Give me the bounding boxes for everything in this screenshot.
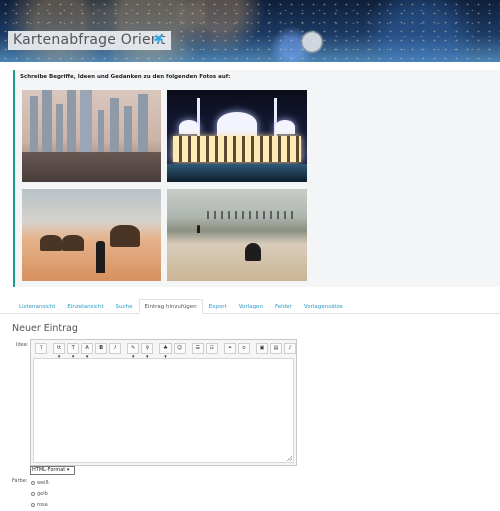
gear-icon[interactable] (154, 34, 163, 43)
link-icon[interactable]: ⚭ (223, 342, 236, 354)
intro-instruction: Schreibe Begriffe, Ideen und Gedanken zu… (20, 74, 231, 80)
idea-label: Idee: (16, 342, 29, 348)
tab-listenansicht[interactable]: Listenansicht (13, 299, 61, 313)
color-option-gelb[interactable]: gelb (31, 491, 48, 497)
photo-city-skyline (22, 90, 161, 182)
bold-button[interactable]: B (95, 342, 108, 354)
radio-button[interactable] (31, 492, 35, 496)
radio-button[interactable] (31, 503, 35, 507)
format-select-value: HTML-Format (32, 467, 66, 473)
format-select[interactable]: HTML-Format ▾ (30, 466, 75, 475)
tab-felder[interactable]: Felder (269, 299, 298, 313)
page-title: Kartenabfrage Orient (8, 31, 171, 50)
editor-toolbar: ⅂ tt ▾ T ▾ A ▾ B I ✎ ▾ ♀ ▾ ♣ ▾ ☺ ☰ ☷ ⚭ ⦸… (31, 340, 296, 360)
tab-eintrag-hinzufuegen[interactable]: Eintrag hinzufügen (138, 299, 203, 314)
tab-suche[interactable]: Suche (110, 299, 139, 313)
color-label: Farbe: (12, 478, 28, 484)
media-icon[interactable]: ▤ (269, 342, 282, 354)
tab-vorlagen[interactable]: Vorlagen (233, 299, 269, 313)
emoticon-icon[interactable]: ☺ (173, 342, 186, 354)
font-family-dropdown[interactable]: tt ▾ (53, 342, 66, 360)
color-option-rosa[interactable]: rosa (31, 502, 48, 508)
tab-vorlagensaetze[interactable]: Vorlagensätze (298, 299, 349, 313)
text-color-dropdown[interactable]: A ▾ (81, 342, 94, 360)
color-option-weiss[interactable]: weiß (31, 480, 49, 486)
paragraph-direction-button[interactable]: ⅂ (35, 342, 47, 354)
photo-mosque-night (167, 90, 307, 182)
microphone-icon[interactable]: ♪ (283, 342, 296, 354)
rich-text-editor: ⅂ tt ▾ T ▾ A ▾ B I ✎ ▾ ♀ ▾ ♣ ▾ ☺ ☰ ☷ ⚭ ⦸… (30, 339, 297, 466)
resize-handle-icon[interactable] (287, 456, 292, 461)
image-icon[interactable]: ▣ (255, 342, 268, 354)
form-title: Neuer Eintrag (12, 323, 78, 334)
editor-text-area[interactable] (33, 358, 294, 463)
insert-dropdown-icon[interactable]: ♣ ▾ (159, 342, 172, 360)
font-size-dropdown[interactable]: T ▾ (67, 342, 80, 360)
tab-einzelansicht[interactable]: Einzelansicht (61, 299, 109, 313)
header-banner: Kartenabfrage Orient (0, 0, 500, 62)
numbered-list-icon[interactable]: ☷ (205, 342, 218, 354)
photo-desert-camels (22, 189, 161, 281)
bullet-list-icon[interactable]: ☰ (191, 342, 204, 354)
brush-icon[interactable]: ✎ ▾ (127, 342, 140, 360)
tab-export[interactable]: Export (203, 299, 233, 313)
radio-button[interactable] (31, 481, 35, 485)
italic-button[interactable]: I (109, 342, 122, 354)
photo-beach-people (167, 189, 307, 281)
unlink-icon[interactable]: ⦸ (237, 342, 250, 354)
intro-panel: Schreibe Begriffe, Ideen und Gedanken zu… (13, 70, 500, 287)
tab-bar: Listenansicht Einzelansicht Suche Eintra… (0, 299, 500, 314)
style-dropdown-icon[interactable]: ♀ ▾ (141, 342, 154, 360)
